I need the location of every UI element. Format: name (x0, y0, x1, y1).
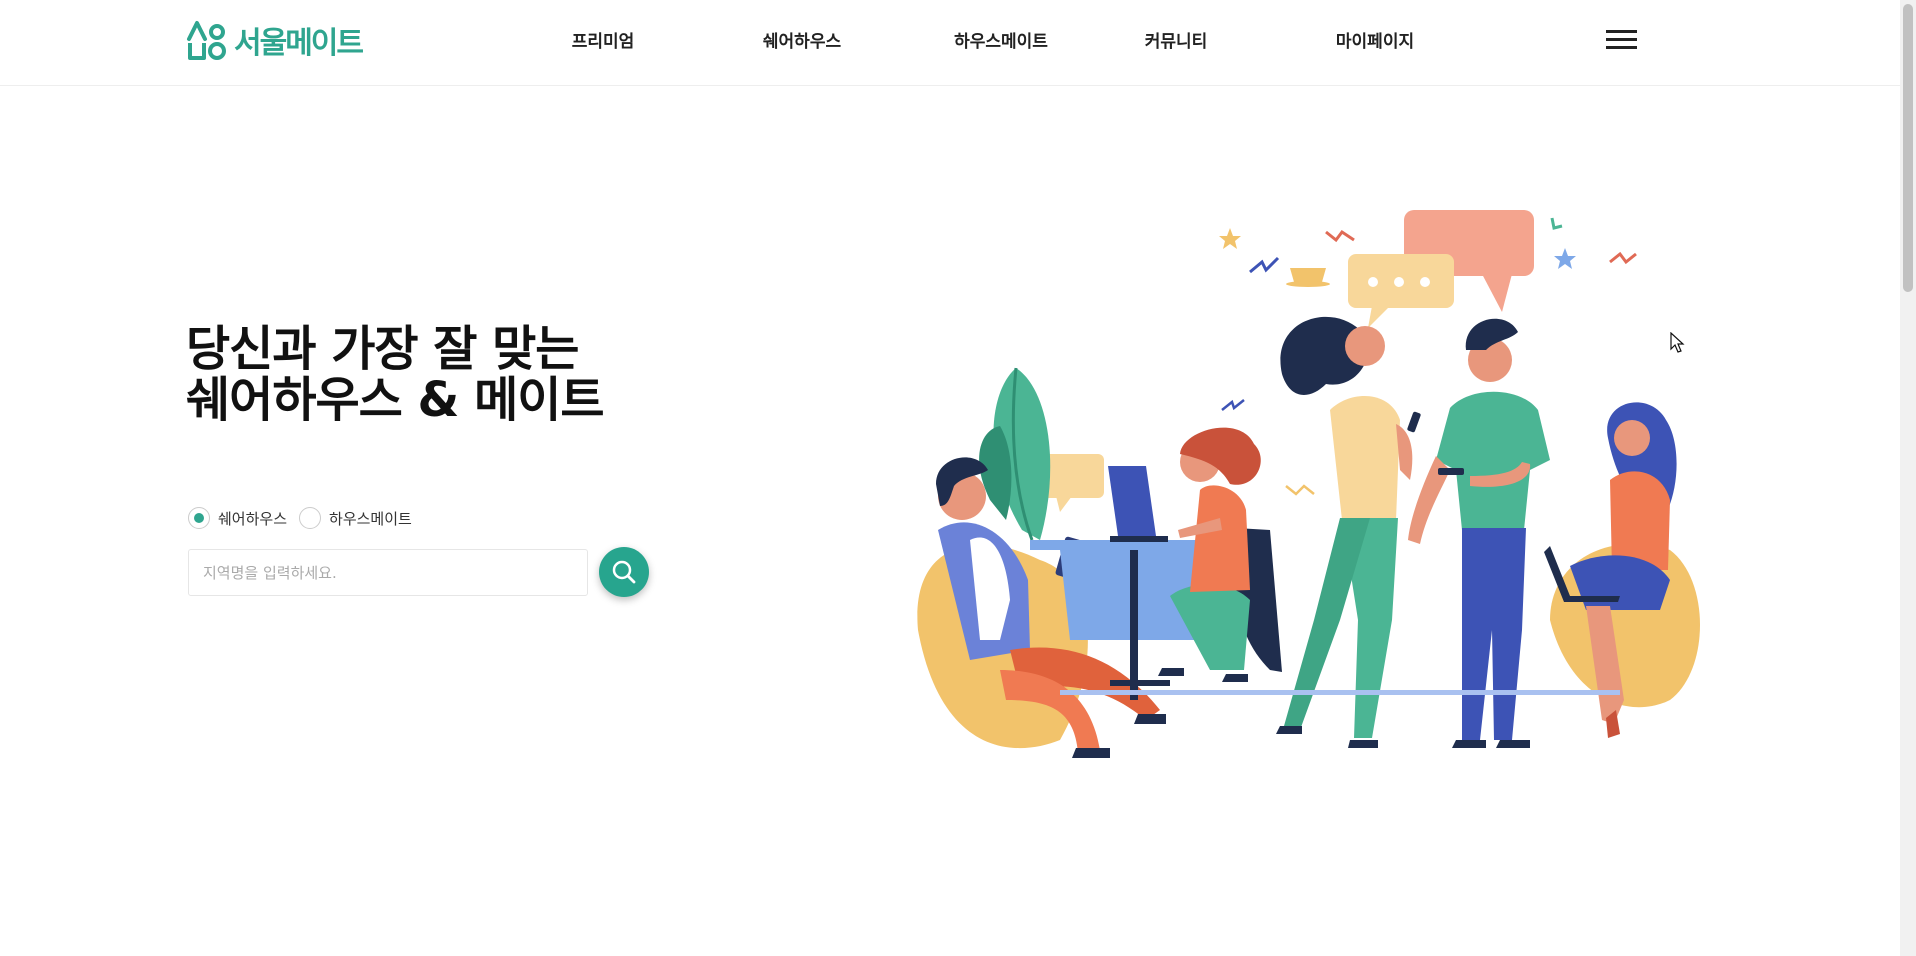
scrollbar-thumb[interactable] (1903, 4, 1913, 292)
page-scrollbar[interactable] (1900, 0, 1916, 956)
standing-man-figure (1408, 318, 1550, 748)
nav-sharehouse[interactable]: 쉐어하우스 (763, 27, 841, 52)
search-button[interactable] (599, 547, 649, 597)
plant (979, 367, 1051, 541)
search-type-options: 쉐어하우스 하우스메이트 (188, 507, 424, 529)
region-search-input[interactable] (188, 549, 588, 596)
floor-line (1060, 690, 1620, 695)
hero-title-line-2: 쉐어하우스 & 메이트 (186, 372, 605, 428)
hamburger-menu-icon[interactable] (1606, 28, 1637, 52)
radio-housemate[interactable] (299, 507, 322, 529)
option-housemate[interactable]: 하우스메이트 (299, 507, 412, 529)
nav-community[interactable]: 커뮤니티 (1145, 27, 1208, 52)
radio-sharehouse[interactable] (188, 507, 210, 529)
hero-title: 당신과 가장 잘 맞는 쉐어하우스 & 메이트 (186, 321, 605, 428)
nav-premium[interactable]: 프리미엄 (572, 27, 635, 52)
search-icon (612, 560, 636, 584)
site-header: 서울메이트 프리미엄 쉐어하우스 하우스메이트 커뮤니티 마이페이지 (0, 0, 1900, 86)
nav-mypage[interactable]: 마이페이지 (1336, 27, 1414, 52)
mouse-cursor-icon (1670, 332, 1685, 353)
hero-title-line-1: 당신과 가장 잘 맞는 (186, 321, 579, 377)
standing-woman-figure (1276, 316, 1421, 748)
option-sharehouse-label: 쉐어하우스 (218, 509, 288, 528)
nav-housemate[interactable]: 하우스메이트 (954, 27, 1048, 52)
option-housemate-label: 하우스메이트 (329, 509, 412, 528)
option-sharehouse[interactable]: 쉐어하우스 (188, 507, 287, 529)
seated-woman-figure (1544, 402, 1700, 738)
hero-illustration (917, 210, 1700, 758)
